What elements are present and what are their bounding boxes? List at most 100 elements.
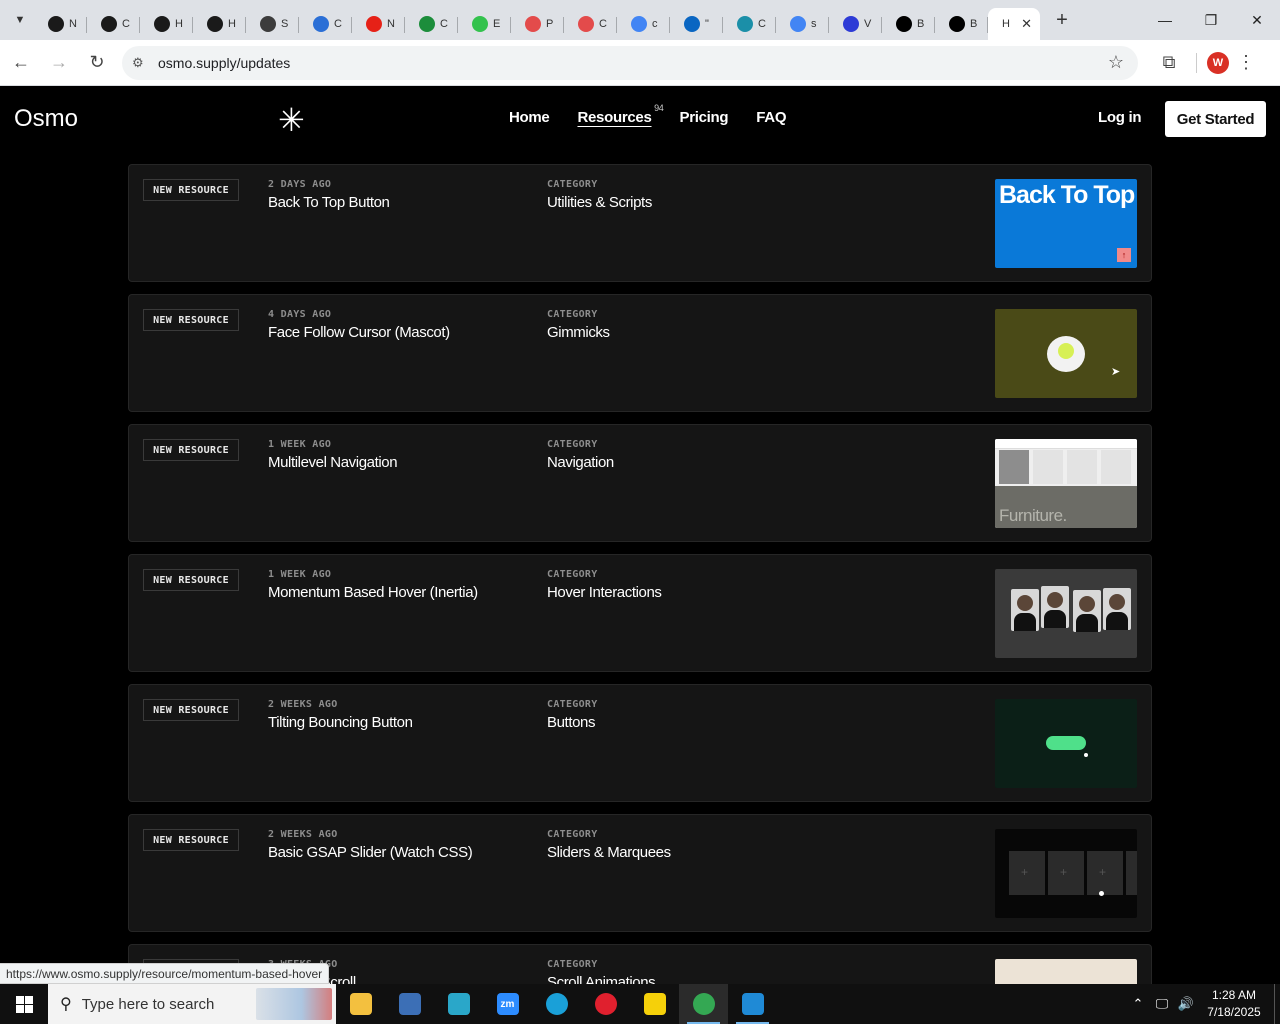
chevron-up-icon[interactable]: ⌃	[1126, 996, 1150, 1012]
resource-title[interactable]: Face Follow Cursor (Mascot)	[268, 324, 450, 341]
tab-label: N	[69, 18, 77, 30]
browser-tab[interactable]: C	[405, 8, 458, 40]
show-desktop-button[interactable]	[1274, 984, 1280, 1024]
tab-label: "	[705, 18, 709, 30]
resource-category[interactable]: Navigation	[547, 454, 614, 471]
reload-icon[interactable]: ↻	[80, 46, 114, 80]
resource-category[interactable]: Sliders & Marquees	[547, 844, 671, 861]
resource-thumbnail[interactable]: + + +	[995, 829, 1137, 918]
taskbar-app-zoom[interactable]: zm	[483, 984, 532, 1024]
taskbar-app-file-explorer[interactable]	[336, 984, 385, 1024]
resource-category[interactable]: Utilities & Scripts	[547, 194, 652, 211]
resource-card[interactable]: NEW RESOURCE 1 WEEK AGO Momentum Based H…	[128, 554, 1152, 672]
file-explorer-icon	[349, 993, 372, 1015]
minimize-icon[interactable]: —	[1142, 0, 1188, 40]
taskbar-app-app-diamond[interactable]	[434, 984, 483, 1024]
extensions-icon[interactable]: ⧉	[1152, 52, 1186, 73]
portrait-image	[1011, 589, 1039, 631]
taskbar-app-edge[interactable]	[532, 984, 581, 1024]
browser-tab[interactable]: "	[670, 8, 723, 40]
close-window-icon[interactable]: ✕	[1234, 0, 1280, 40]
browser-menu-icon[interactable]: ⋮	[1229, 52, 1263, 73]
browser-tab[interactable]: N	[352, 8, 405, 40]
browser-tab[interactable]: s	[776, 8, 829, 40]
start-button[interactable]	[0, 984, 48, 1024]
tab-label: c	[652, 18, 658, 30]
browser-tab[interactable]: B	[882, 8, 935, 40]
resource-title[interactable]: Momentum Based Hover (Inertia)	[268, 584, 478, 601]
resource-card[interactable]: NEW RESOURCE 1 WEEK AGO Multilevel Navig…	[128, 424, 1152, 542]
resource-category[interactable]: Gimmicks	[547, 324, 610, 341]
nav-faq[interactable]: FAQ	[756, 109, 786, 126]
search-icon: ⚲	[60, 996, 72, 1013]
cursor-dot-icon	[1084, 753, 1088, 757]
resource-title[interactable]: Back To Top Button	[268, 194, 390, 211]
resource-category[interactable]: Buttons	[547, 714, 595, 731]
resource-title[interactable]: Basic GSAP Slider (Watch CSS)	[268, 844, 473, 861]
resource-card[interactable]: NEW RESOURCE 2 WEEKS AGO Basic GSAP Slid…	[128, 814, 1152, 932]
browser-tab[interactable]: V	[829, 8, 882, 40]
toolbar-separator	[1196, 52, 1197, 73]
clock-time: 1:28 AM	[1211, 988, 1257, 1002]
new-tab-button[interactable]: +	[1048, 6, 1076, 34]
nav-resources[interactable]: Resources 94	[577, 103, 663, 126]
url-text[interactable]: osmo.supply/updates	[158, 55, 290, 71]
taskbar-search[interactable]: ⚲ Type here to search	[48, 984, 336, 1024]
resource-thumbnail[interactable]	[995, 959, 1137, 984]
resource-thumbnail[interactable]: Back To Top ↑	[995, 179, 1137, 268]
resource-card[interactable]: NEW RESOURCE 4 DAYS AGO Face Follow Curs…	[128, 294, 1152, 412]
get-started-button[interactable]: Get Started	[1165, 101, 1266, 137]
resource-card[interactable]: NEW RESOURCE 2 WEEKS AGO Tilting Bouncin…	[128, 684, 1152, 802]
resource-title[interactable]: Multilevel Navigation	[268, 454, 398, 471]
category-label: CATEGORY	[547, 439, 598, 450]
volume-icon[interactable]: 🔊	[1174, 996, 1198, 1012]
resource-category[interactable]: Hover Interactions	[547, 584, 662, 601]
back-icon[interactable]: ←	[4, 46, 38, 80]
clock[interactable]: 1:28 AM 7/18/2025	[1198, 987, 1270, 1021]
profile-avatar[interactable]: W	[1207, 51, 1229, 74]
taskbar-app-opera[interactable]	[581, 984, 630, 1024]
browser-tab[interactable]: C	[723, 8, 776, 40]
browser-tab[interactable]: C	[299, 8, 352, 40]
browser-tab[interactable]: c	[617, 8, 670, 40]
nav-pricing[interactable]: Pricing	[680, 109, 729, 126]
taskbar-app-sticky-notes[interactable]	[630, 984, 679, 1024]
resource-category[interactable]: Scroll Animations	[547, 974, 656, 984]
resource-thumbnail[interactable]	[995, 699, 1137, 788]
browser-tab[interactable]: H	[193, 8, 246, 40]
browser-tab[interactable]: H	[140, 8, 193, 40]
browser-tab[interactable]: E	[458, 8, 511, 40]
tab-label: B	[917, 18, 925, 30]
bookmark-star-icon[interactable]: ☆	[1108, 52, 1124, 73]
resource-thumbnail[interactable]: Furniture.	[995, 439, 1137, 528]
resource-thumbnail[interactable]	[995, 569, 1137, 658]
nav-home[interactable]: Home	[509, 109, 550, 126]
tab-label: P	[546, 18, 554, 30]
resource-title[interactable]: Tilting Bouncing Button	[268, 714, 413, 731]
login-link[interactable]: Log in	[1098, 109, 1141, 126]
active-tab[interactable]: H ✕	[988, 8, 1040, 40]
forward-icon[interactable]: →	[42, 46, 76, 80]
resource-card[interactable]: NEW RESOURCE 2 DAYS AGO Back To Top Butt…	[128, 164, 1152, 282]
browser-tab[interactable]: C	[564, 8, 617, 40]
restore-icon[interactable]: ❐	[1188, 0, 1234, 40]
browser-tab[interactable]: N	[34, 8, 87, 40]
asterisk-logo-icon[interactable]: ✳	[278, 101, 305, 139]
browser-tab[interactable]: B	[935, 8, 988, 40]
tab-search-dropdown[interactable]: ▼	[6, 6, 34, 34]
close-tab-icon[interactable]: ✕	[1021, 16, 1032, 32]
network-icon[interactable]: 🖵	[1150, 996, 1174, 1012]
browser-tab[interactable]: S	[246, 8, 299, 40]
site-info-icon[interactable]: ⚙	[132, 55, 152, 71]
mouse-cursor-icon: ➤	[1111, 366, 1121, 378]
tab-label: s	[811, 18, 817, 30]
address-bar[interactable]: ⚙ osmo.supply/updates ☆	[122, 45, 1138, 80]
site-logo[interactable]: Osmo	[14, 105, 78, 133]
resource-thumbnail[interactable]: ➤	[995, 309, 1137, 398]
browser-tab[interactable]: P	[511, 8, 564, 40]
taskbar-app-vscode[interactable]	[728, 984, 777, 1024]
taskbar-app-chrome[interactable]	[679, 984, 728, 1024]
thumbnail-nav-strip	[995, 439, 1137, 449]
taskbar-app-paint[interactable]	[385, 984, 434, 1024]
browser-tab[interactable]: C	[87, 8, 140, 40]
